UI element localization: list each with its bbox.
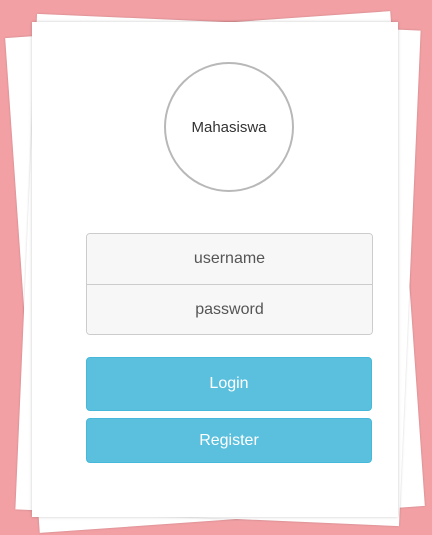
username-input[interactable] bbox=[87, 234, 372, 284]
avatar-label: Mahasiswa bbox=[191, 118, 267, 136]
login-card: Mahasiswa Login Register bbox=[32, 22, 398, 517]
register-button[interactable]: Register bbox=[86, 418, 372, 463]
credentials-field-group bbox=[86, 233, 373, 335]
password-input[interactable] bbox=[87, 284, 372, 334]
avatar: Mahasiswa bbox=[164, 62, 294, 192]
page-background: Mahasiswa Login Register bbox=[0, 0, 432, 535]
login-button[interactable]: Login bbox=[86, 357, 372, 411]
